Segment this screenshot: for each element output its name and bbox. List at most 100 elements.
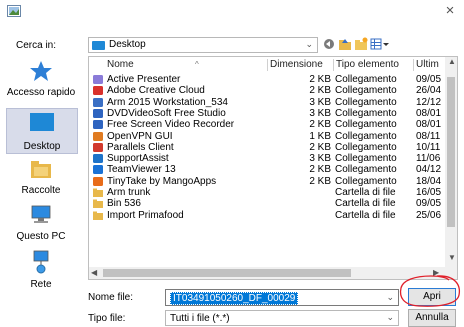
place-accesso-rapido[interactable]: Accesso rapido [6,60,76,106]
app-icon [7,5,21,17]
folder-icon [93,199,103,209]
shortcut-icon [93,108,103,118]
file-name-value: IT03491050260_DF_00029 [170,292,299,305]
table-row[interactable]: DVDVideoSoft Free Studio 3 KB Collegamento… [89,108,445,119]
file-list[interactable]: Nome ^ Dimensione Tipo elemento Ultim Ac… [88,56,458,280]
cell-type: Collegamento [335,119,397,131]
cell-name: Arm 2015 Workstation_534 [107,96,228,108]
look-in-value: Desktop [109,39,146,50]
cell-date: 09/05 [416,74,442,85]
cell-date: 12/12 [416,96,442,108]
cell-size: 2 KB [309,141,331,153]
scroll-up-icon[interactable]: ▲ [448,57,456,66]
shortcut-icon [93,86,103,96]
cell-type: Collegamento [335,96,397,108]
cell-date: 09/05 [416,198,442,210]
table-row[interactable]: OpenVPN GUI 1 KB Collegamento 08/11 [89,131,445,142]
cell-date: 04/12 [416,164,442,176]
shortcut-icon [93,131,103,141]
cell-type: Collegamento [335,74,397,85]
cell-name: DVDVideoSoft Free Studio [107,107,226,119]
cell-type: Collegamento [335,130,397,142]
cell-size: 3 KB [309,107,331,119]
look-in-label: Cerca in: [15,40,56,51]
file-type-select[interactable]: Tutti i file (*.*) ⌄ [165,310,399,326]
open-button[interactable]: Apri [408,288,456,306]
column-header-type[interactable]: Tipo elemento [336,57,399,73]
table-row[interactable]: Arm 2015 Workstation_534 3 KB Collegamento… [89,97,445,108]
table-row[interactable]: TeamViewer 13 2 KB Collegamento 04/12 [89,164,445,175]
back-icon[interactable] [322,37,336,51]
cell-date: 08/01 [416,119,442,131]
table-row[interactable]: TinyTake by MangoApps 2 KB Collegamento 18/… [89,176,445,187]
close-icon[interactable]: × [442,2,458,20]
scroll-thumb[interactable] [103,269,351,277]
scroll-left-icon[interactable]: ◀ [91,268,97,277]
scroll-down-icon[interactable]: ▼ [448,253,456,262]
place-raccolte[interactable]: Raccolte [6,158,76,200]
cell-type: Cartella di file [335,187,396,198]
cell-type: Collegamento [335,175,397,187]
horizontal-scrollbar[interactable]: ◀ ▶ [89,267,445,279]
cell-type: Collegamento [335,107,397,119]
column-header-size[interactable]: Dimensione [270,57,323,73]
cell-size: 3 KB [309,96,331,108]
table-row[interactable]: Bin 536 Cartella di file 09/05 [89,198,445,209]
table-row[interactable]: SupportAssist 3 KB Collegamento 11/06 [89,153,445,164]
place-label: Accesso rapido [6,87,76,98]
table-row[interactable]: Arm trunk Cartella di file 16/05 [89,187,445,198]
place-label: Raccolte [21,185,61,196]
folder-icon [93,211,103,220]
table-row[interactable]: Adobe Creative Cloud 2 KB Collegamento 26/0… [89,85,445,96]
new-folder-icon[interactable] [354,37,368,51]
vertical-scrollbar[interactable]: ▲ ▼ [445,57,457,279]
cell-name: Bin 536 [107,198,141,210]
cell-name: Import Primafood [107,209,184,221]
cell-size: 2 KB [309,175,331,187]
look-in-dropdown[interactable]: Desktop ⌄ [88,37,318,53]
file-name-label: Nome file: [88,292,134,303]
column-header-name[interactable]: Nome [107,57,134,73]
place-label: Rete [30,279,52,290]
place-questo-pc[interactable]: Questo PC [6,204,76,246]
cell-date: 18/04 [416,175,442,187]
column-header-date[interactable]: Ultim [416,57,439,73]
cell-date: 11/06 [416,153,441,165]
cancel-button[interactable]: Annulla [408,309,456,327]
view-menu-icon[interactable] [370,37,390,51]
cell-name: Active Presenter [107,74,181,85]
cell-type: Collegamento [335,85,397,97]
table-row[interactable]: Parallels Client 2 KB Collegamento 10/11 [89,142,445,153]
desktop-folder-icon [92,41,105,50]
cell-type: Collegamento [335,153,397,165]
shortcut-icon [93,165,103,175]
place-desktop[interactable]: Desktop [6,108,78,154]
table-row[interactable]: Import Primafood Cartella di file 25/06 [89,210,445,221]
place-label: Questo PC [16,231,66,242]
place-rete[interactable]: Rete [6,250,76,294]
cell-date: 08/01 [416,107,442,119]
cell-size: 3 KB [309,153,331,165]
cell-type: Cartella di file [335,209,396,221]
sort-arrow-icon: ^ [195,60,199,69]
cell-name: Adobe Creative Cloud [107,85,205,97]
up-folder-icon[interactable] [338,37,352,51]
scroll-right-icon[interactable]: ▶ [433,268,439,277]
cell-name: Free Screen Video Recorder [107,119,235,131]
cell-size: 1 KB [309,130,331,142]
table-row[interactable]: Active Presenter 2 KB Collegamento 09/05 [89,74,445,85]
chevron-down-icon: ⌄ [305,39,313,49]
cell-date: 08/11 [416,130,441,142]
cell-date: 26/04 [416,85,442,97]
table-row[interactable]: Free Screen Video Recorder 2 KB Collegamen… [89,119,445,130]
scroll-thumb[interactable] [447,77,455,227]
title-bar: × [0,0,464,24]
places-bar: Accesso rapido Desktop Raccolte Questo P… [6,56,78,311]
folder-icon [93,188,103,197]
file-name-input[interactable]: IT03491050260_DF_00029 ⌄ [165,289,399,306]
cell-name: Parallels Client [107,141,174,153]
cell-size: 2 KB [309,74,331,85]
cell-name: OpenVPN GUI [107,130,173,142]
cell-name: Arm trunk [107,187,151,198]
chevron-down-icon[interactable]: ⌄ [386,292,394,303]
